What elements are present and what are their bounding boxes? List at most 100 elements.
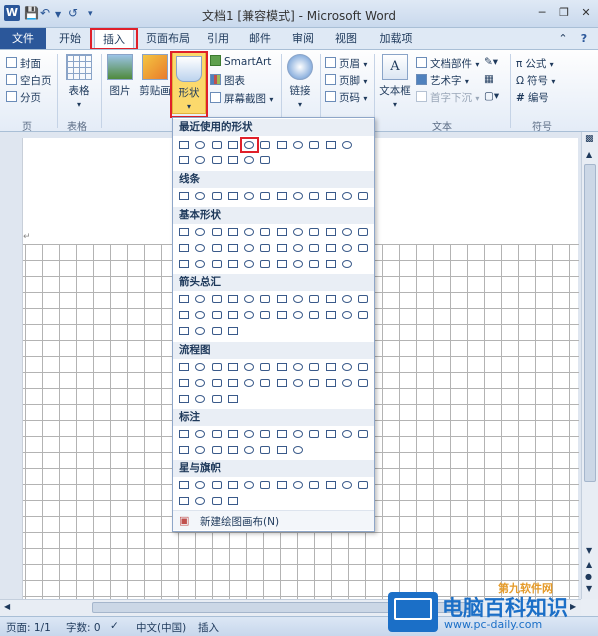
shape-option-icon[interactable] bbox=[355, 376, 371, 390]
shape-option-icon[interactable] bbox=[225, 392, 241, 406]
shape-option-icon[interactable] bbox=[355, 427, 371, 441]
shape-option-icon[interactable] bbox=[323, 241, 339, 255]
shape-option-icon[interactable] bbox=[176, 376, 192, 390]
shape-option-icon[interactable] bbox=[209, 257, 225, 271]
shape-option-icon[interactable] bbox=[192, 308, 208, 322]
shape-option-icon[interactable] bbox=[225, 376, 241, 390]
shape-option-icon[interactable] bbox=[339, 427, 355, 441]
shape-option-icon[interactable] bbox=[192, 241, 208, 255]
shape-option-icon[interactable] bbox=[274, 308, 290, 322]
shape-option-icon[interactable] bbox=[339, 308, 355, 322]
tab-page-layout[interactable]: 页面布局 bbox=[140, 28, 196, 49]
shape-option-icon[interactable] bbox=[323, 427, 339, 441]
shape-option-icon[interactable] bbox=[192, 138, 208, 152]
shape-option-icon[interactable] bbox=[339, 360, 355, 374]
shape-option-icon[interactable] bbox=[290, 478, 306, 492]
minimize-icon[interactable]: ─ bbox=[532, 5, 552, 21]
shape-option-icon[interactable] bbox=[209, 427, 225, 441]
shape-option-icon[interactable] bbox=[274, 427, 290, 441]
drop-cap-button[interactable]: 首字下沉 ▾ bbox=[416, 90, 479, 105]
shape-option-icon[interactable] bbox=[339, 257, 355, 271]
shape-option-icon[interactable] bbox=[306, 360, 322, 374]
shape-option-icon[interactable] bbox=[323, 189, 339, 203]
status-language[interactable]: 中文(中国) bbox=[136, 620, 186, 635]
shape-option-icon[interactable] bbox=[306, 478, 322, 492]
shape-option-icon[interactable] bbox=[323, 225, 339, 239]
shape-option-icon[interactable] bbox=[306, 292, 322, 306]
shape-option-icon[interactable] bbox=[176, 241, 192, 255]
shape-option-icon[interactable] bbox=[241, 427, 257, 441]
shape-option-icon[interactable] bbox=[257, 478, 273, 492]
shape-option-icon[interactable] bbox=[225, 478, 241, 492]
shape-option-icon[interactable] bbox=[209, 360, 225, 374]
shape-option-icon[interactable] bbox=[274, 443, 290, 457]
page-break-button[interactable]: 分页 bbox=[6, 90, 41, 105]
shape-option-icon[interactable] bbox=[290, 360, 306, 374]
shape-option-icon[interactable] bbox=[209, 324, 225, 338]
shape-option-icon[interactable] bbox=[306, 225, 322, 239]
equation-button[interactable]: π 公式 ▾ bbox=[516, 56, 554, 71]
shape-option-icon[interactable] bbox=[209, 153, 225, 167]
shape-option-icon[interactable] bbox=[274, 376, 290, 390]
shape-option-icon[interactable] bbox=[209, 443, 225, 457]
smartart-button[interactable]: SmartArt bbox=[210, 55, 271, 68]
help-icon[interactable]: ? bbox=[576, 28, 592, 49]
shape-option-icon[interactable] bbox=[241, 225, 257, 239]
shape-option-icon[interactable] bbox=[176, 153, 192, 167]
shape-option-icon[interactable] bbox=[225, 308, 241, 322]
shape-option-icon[interactable] bbox=[290, 292, 306, 306]
tab-home[interactable]: 开始 bbox=[50, 28, 90, 49]
vertical-scrollbar[interactable]: ▩ ▲ ▼ ▲ ● ▼ bbox=[581, 132, 598, 599]
proofing-icon[interactable]: ✓ bbox=[110, 620, 119, 632]
shape-option-icon[interactable] bbox=[306, 308, 322, 322]
shape-option-icon[interactable] bbox=[290, 225, 306, 239]
symbol-button[interactable]: Ω 符号 ▾ bbox=[516, 73, 555, 88]
shape-option-icon[interactable] bbox=[176, 292, 192, 306]
screenshot-button[interactable]: 屏幕截图 ▾ bbox=[210, 91, 273, 106]
shape-option-icon[interactable] bbox=[225, 138, 241, 152]
shape-option-icon[interactable] bbox=[176, 324, 192, 338]
scroll-thumb[interactable] bbox=[584, 164, 596, 482]
shape-option-icon[interactable] bbox=[339, 138, 355, 152]
close-icon[interactable]: ✕ bbox=[576, 5, 596, 21]
shape-option-icon[interactable] bbox=[225, 292, 241, 306]
shape-option-icon[interactable] bbox=[225, 153, 241, 167]
signature-line-icon[interactable]: ✎▾ bbox=[484, 56, 498, 68]
shape-option-icon[interactable] bbox=[225, 427, 241, 441]
shape-option-icon[interactable] bbox=[355, 292, 371, 306]
shape-option-icon[interactable] bbox=[257, 292, 273, 306]
shape-option-icon[interactable] bbox=[176, 138, 192, 152]
shape-option-icon[interactable] bbox=[274, 360, 290, 374]
shape-option-icon[interactable] bbox=[225, 225, 241, 239]
quick-parts-button[interactable]: 文档部件 ▾ bbox=[416, 56, 479, 71]
shape-option-icon[interactable] bbox=[209, 138, 225, 152]
shape-option-icon[interactable] bbox=[241, 241, 257, 255]
shape-option-icon[interactable] bbox=[176, 392, 192, 406]
shape-option-icon[interactable] bbox=[290, 376, 306, 390]
date-time-icon[interactable]: ▦ bbox=[484, 73, 494, 85]
shape-option-icon[interactable] bbox=[290, 257, 306, 271]
picture-button[interactable]: 图片 bbox=[105, 54, 135, 98]
shape-option-icon[interactable] bbox=[209, 494, 225, 508]
shape-option-icon[interactable] bbox=[257, 427, 273, 441]
shape-option-icon[interactable] bbox=[355, 241, 371, 255]
scroll-down-icon[interactable]: ▼ bbox=[586, 546, 592, 555]
shape-option-icon[interactable] bbox=[241, 478, 257, 492]
shape-option-icon[interactable] bbox=[257, 443, 273, 457]
shape-option-icon[interactable] bbox=[257, 241, 273, 255]
restore-icon[interactable]: ❐ bbox=[554, 5, 574, 21]
shape-option-icon[interactable] bbox=[306, 257, 322, 271]
cover-page-button[interactable]: 封面 bbox=[6, 56, 41, 71]
shape-option-icon[interactable] bbox=[257, 189, 273, 203]
tab-review[interactable]: 审阅 bbox=[287, 28, 319, 49]
shape-option-icon[interactable] bbox=[176, 360, 192, 374]
blank-page-button[interactable]: 空白页 bbox=[6, 73, 52, 88]
shape-option-icon[interactable] bbox=[355, 478, 371, 492]
shape-option-icon[interactable] bbox=[176, 189, 192, 203]
status-insert-mode[interactable]: 插入 bbox=[198, 620, 219, 635]
shape-option-icon[interactable] bbox=[225, 443, 241, 457]
clipart-button[interactable]: 剪贴画 bbox=[138, 54, 172, 98]
shape-option-icon[interactable] bbox=[257, 360, 273, 374]
shape-option-icon[interactable] bbox=[306, 427, 322, 441]
shape-option-icon[interactable] bbox=[323, 308, 339, 322]
